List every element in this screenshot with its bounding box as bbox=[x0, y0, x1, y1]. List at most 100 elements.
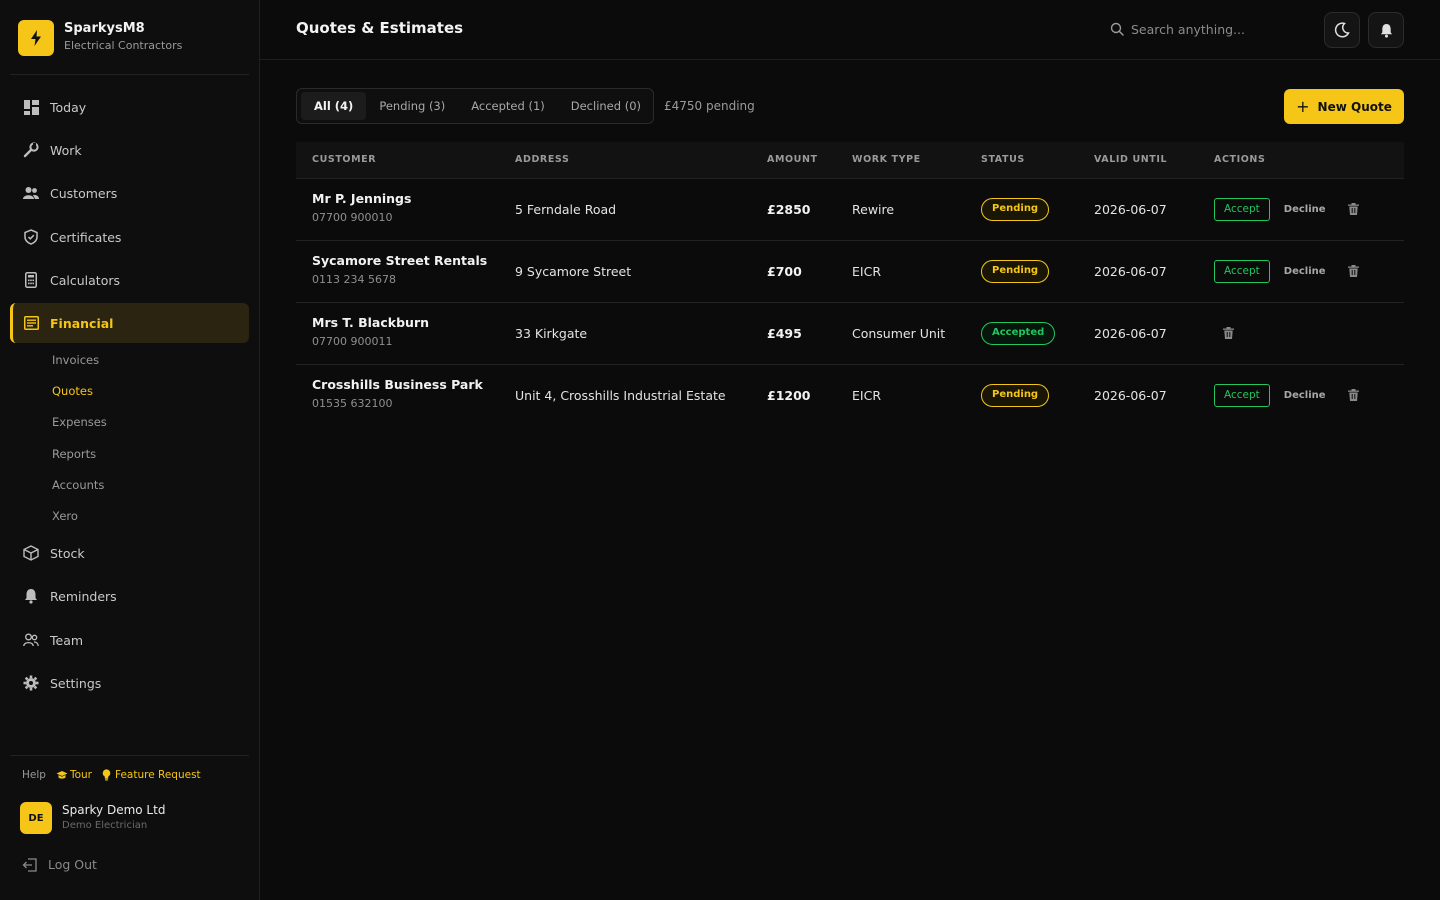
sidebar-item-calculators[interactable]: Calculators bbox=[10, 260, 249, 300]
address-cell: Unit 4, Crosshills Industrial Estate bbox=[515, 387, 726, 403]
sidebar-item-team[interactable]: Team bbox=[10, 620, 249, 660]
decline-button[interactable]: Decline bbox=[1284, 204, 1326, 215]
logout-button[interactable]: Log Out bbox=[22, 857, 97, 872]
customer-name[interactable]: Mr P. Jennings bbox=[312, 190, 515, 208]
tab-pending[interactable]: Pending (3) bbox=[366, 92, 458, 120]
customer-phone: 01535 632100 bbox=[312, 397, 393, 411]
table-row[interactable]: Sycamore Street Rentals 0113 234 5678 9 S… bbox=[296, 240, 1404, 302]
sidebar-item-customers[interactable]: Customers bbox=[10, 173, 249, 213]
status-badge: Pending bbox=[981, 259, 1050, 283]
trash-icon[interactable] bbox=[1347, 203, 1359, 215]
help-row: Help Tour Feature Request bbox=[22, 769, 211, 781]
work-type-cell: Rewire bbox=[852, 201, 895, 217]
tour-link[interactable]: Tour bbox=[56, 769, 92, 781]
bell-icon bbox=[23, 588, 39, 604]
user-role: Demo Electrician bbox=[62, 819, 148, 831]
tab-all[interactable]: All (4) bbox=[301, 92, 367, 120]
sidebar-item-certificates[interactable]: Certificates bbox=[10, 217, 249, 257]
sidebar-item-label: Calculators bbox=[50, 272, 120, 288]
table-row[interactable]: Mrs T. Blackburn 07700 900011 33 Kirkgate… bbox=[296, 302, 1404, 364]
decline-button[interactable]: Decline bbox=[1284, 266, 1326, 277]
search-box[interactable] bbox=[1110, 18, 1310, 40]
trash-icon[interactable] bbox=[1347, 389, 1359, 402]
quotes-table: CUSTOMER ADDRESS AMOUNT WORK TYPE STATUS… bbox=[296, 142, 1404, 426]
sidebar-subitem-xero[interactable]: Xero bbox=[52, 509, 78, 523]
accept-button[interactable]: Accept bbox=[1214, 259, 1270, 283]
work-type-cell: Consumer Unit bbox=[852, 325, 946, 341]
feature-request-link[interactable]: Feature Request bbox=[102, 769, 201, 781]
decline-button[interactable]: Decline bbox=[1284, 390, 1326, 401]
box-icon bbox=[23, 545, 39, 561]
sidebar-item-label: Financial bbox=[50, 315, 114, 331]
status-badge: Accepted bbox=[981, 321, 1056, 345]
pending-total: £4750 pending bbox=[664, 99, 755, 113]
calculator-icon bbox=[23, 272, 39, 288]
new-quote-button[interactable]: + New Quote bbox=[1284, 89, 1404, 124]
sidebar-item-label: Work bbox=[50, 142, 82, 158]
gear-icon bbox=[23, 675, 39, 691]
customer-name[interactable]: Crosshills Business Park bbox=[312, 376, 515, 394]
sidebar-item-reminders[interactable]: Reminders bbox=[10, 576, 249, 616]
team-icon bbox=[23, 632, 39, 648]
column-header-actions: ACTIONS bbox=[1214, 154, 1266, 166]
sidebar-item-settings[interactable]: Settings bbox=[10, 663, 249, 703]
sidebar-subitem-quotes[interactable]: Quotes bbox=[52, 384, 93, 398]
graduation-cap-icon bbox=[56, 771, 68, 779]
lightning-icon bbox=[18, 20, 54, 56]
accept-button[interactable]: Accept bbox=[1214, 197, 1270, 221]
dashboard-icon bbox=[23, 99, 39, 115]
sidebar-item-financial[interactable]: Financial bbox=[10, 303, 249, 343]
work-type-cell: EICR bbox=[852, 263, 881, 279]
notifications-button[interactable] bbox=[1368, 12, 1404, 48]
address-cell: 5 Ferndale Road bbox=[515, 201, 617, 217]
search-icon bbox=[1110, 22, 1124, 36]
valid-until-cell: 2026-06-07 bbox=[1094, 201, 1167, 217]
customer-phone: 07700 900011 bbox=[312, 335, 393, 348]
sidebar-subitem-expenses[interactable]: Expenses bbox=[52, 415, 107, 429]
tab-accepted[interactable]: Accepted (1) bbox=[458, 92, 558, 120]
sidebar-item-label: Team bbox=[50, 632, 84, 648]
table-row[interactable]: Mr P. Jennings 07700 900010 5 Ferndale Ro… bbox=[296, 178, 1404, 240]
sidebar-subitem-reports[interactable]: Reports bbox=[52, 447, 96, 461]
accept-button[interactable]: Accept bbox=[1214, 383, 1270, 407]
customer-name[interactable]: Sycamore Street Rentals bbox=[312, 252, 515, 270]
customer-name[interactable]: Mrs T. Blackburn bbox=[312, 314, 515, 332]
column-header-status: STATUS bbox=[981, 154, 1025, 166]
address-cell: 9 Sycamore Street bbox=[515, 263, 632, 279]
column-header-work-type: WORK TYPE bbox=[852, 154, 921, 166]
trash-icon[interactable] bbox=[1347, 265, 1359, 277]
search-input[interactable] bbox=[1131, 21, 1301, 37]
brand[interactable]: SparkysM8 Electrical Contractors bbox=[18, 20, 182, 56]
column-header-amount: AMOUNT bbox=[767, 154, 818, 166]
avatar: DE bbox=[20, 802, 52, 834]
sidebar-item-work[interactable]: Work bbox=[10, 130, 249, 170]
sidebar-item-today[interactable]: Today bbox=[10, 87, 249, 127]
amount-cell: £1200 bbox=[767, 387, 811, 403]
sidebar-item-stock[interactable]: Stock bbox=[10, 533, 249, 573]
customer-phone: 07700 900010 bbox=[312, 211, 393, 224]
theme-toggle-button[interactable] bbox=[1324, 12, 1360, 48]
plus-icon: + bbox=[1296, 96, 1310, 116]
status-filter-tabs: All (4) Pending (3) Accepted (1) Decline… bbox=[296, 88, 654, 124]
sidebar-item-label: Certificates bbox=[50, 229, 122, 245]
sidebar-subitem-accounts[interactable]: Accounts bbox=[52, 478, 104, 492]
sidebar-divider bbox=[10, 74, 249, 75]
bell-icon bbox=[1380, 23, 1392, 38]
table-row[interactable]: Crosshills Business Park 01535 632100 Uni… bbox=[296, 364, 1404, 426]
sidebar: SparkysM8 Electrical Contractors Today W… bbox=[0, 0, 260, 900]
user-profile[interactable]: DE Sparky Demo Ltd Demo Electrician bbox=[20, 802, 165, 834]
amount-cell: £700 bbox=[767, 263, 802, 279]
help-label: Help bbox=[22, 769, 46, 781]
valid-until-cell: 2026-06-07 bbox=[1094, 325, 1167, 341]
logout-icon bbox=[22, 857, 38, 872]
trash-icon[interactable] bbox=[1223, 327, 1234, 339]
table-header-row: CUSTOMER ADDRESS AMOUNT WORK TYPE STATUS… bbox=[296, 142, 1404, 178]
tab-declined[interactable]: Declined (0) bbox=[558, 92, 654, 120]
status-badge: Pending bbox=[981, 383, 1050, 407]
page-title: Quotes & Estimates bbox=[296, 19, 464, 37]
new-quote-label: New Quote bbox=[1317, 99, 1392, 114]
column-header-customer: CUSTOMER bbox=[312, 154, 377, 166]
sidebar-subitem-invoices[interactable]: Invoices bbox=[52, 353, 99, 367]
user-name: Sparky Demo Ltd bbox=[62, 802, 166, 817]
valid-until-cell: 2026-06-07 bbox=[1094, 263, 1167, 279]
